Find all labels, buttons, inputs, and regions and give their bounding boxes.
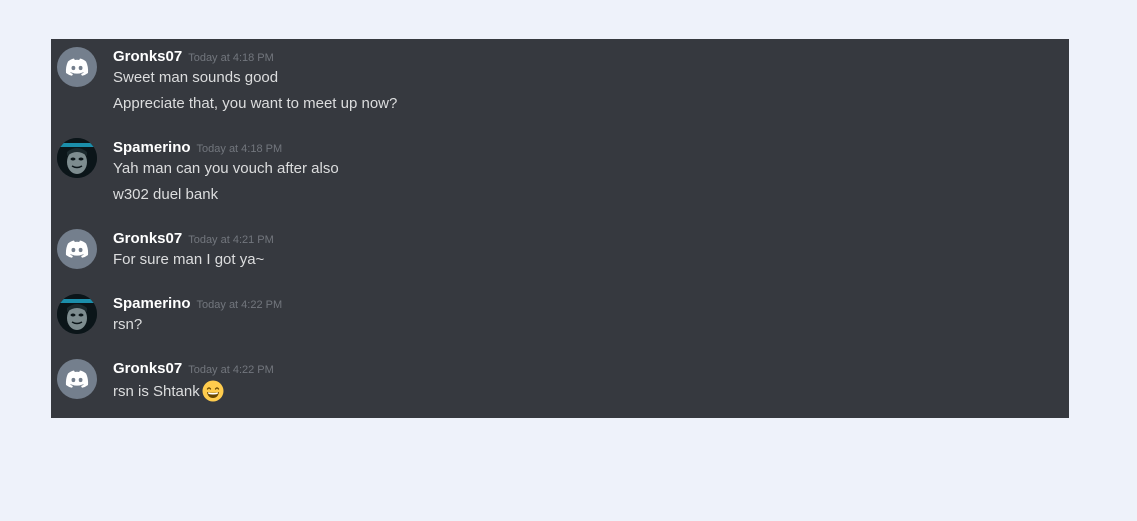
message-group: Gronks07 Today at 4:18 PM Sweet man sound…	[51, 47, 1069, 130]
message-text: w302 duel bank	[113, 186, 219, 203]
username[interactable]: Spamerino	[113, 139, 191, 156]
message-header: Gronks07 Today at 4:22 PM	[113, 359, 1069, 379]
user-avatar[interactable]	[57, 359, 97, 399]
message-text: Sweet man sounds good	[113, 69, 279, 86]
message-header: Spamerino Today at 4:22 PM	[113, 294, 1069, 314]
message-header: Gronks07 Today at 4:21 PM	[113, 229, 1069, 249]
grinning-smile-emoji	[202, 380, 224, 402]
message-header: Gronks07 Today at 4:18 PM	[113, 47, 1069, 67]
user-avatar[interactable]	[57, 47, 97, 87]
message-group: Spamerino Today at 4:18 PM Yah man can yo…	[51, 130, 1069, 221]
discord-logo-icon	[65, 370, 89, 388]
message-group: Gronks07 Today at 4:21 PM For sure man I …	[51, 221, 1069, 286]
chat-log: Gronks07 Today at 4:18 PM Sweet man sound…	[51, 39, 1069, 418]
message-text-content: rsn is Shtank	[113, 383, 200, 400]
message-group: Spamerino Today at 4:22 PM rsn?	[51, 286, 1069, 351]
message-text: Yah man can you vouch after also	[113, 160, 339, 177]
message-header: Spamerino Today at 4:18 PM	[113, 138, 1069, 158]
timestamp: Today at 4:18 PM	[196, 143, 283, 155]
username[interactable]: Spamerino	[113, 295, 191, 312]
username[interactable]: Gronks07	[113, 360, 182, 377]
masked-face-avatar	[57, 294, 97, 334]
user-avatar[interactable]	[57, 138, 97, 178]
timestamp: Today at 4:22 PM	[188, 364, 274, 376]
masked-face-avatar	[57, 138, 97, 178]
discord-logo-icon	[65, 240, 89, 258]
message-group: Gronks07 Today at 4:22 PM rsn is Shtank	[51, 351, 1069, 416]
discord-logo-icon	[65, 58, 89, 76]
timestamp: Today at 4:22 PM	[196, 299, 283, 311]
username[interactable]: Gronks07	[113, 48, 182, 65]
message-text: rsn is Shtank	[113, 380, 1069, 402]
message-text: Appreciate that, you want to meet up now…	[113, 95, 398, 112]
username[interactable]: Gronks07	[113, 230, 182, 247]
message-text: rsn?	[113, 316, 143, 333]
message-text: For sure man I got ya~	[113, 251, 265, 268]
user-avatar[interactable]	[57, 294, 97, 334]
timestamp: Today at 4:21 PM	[188, 234, 274, 246]
timestamp: Today at 4:18 PM	[188, 52, 274, 64]
user-avatar[interactable]	[57, 229, 97, 269]
